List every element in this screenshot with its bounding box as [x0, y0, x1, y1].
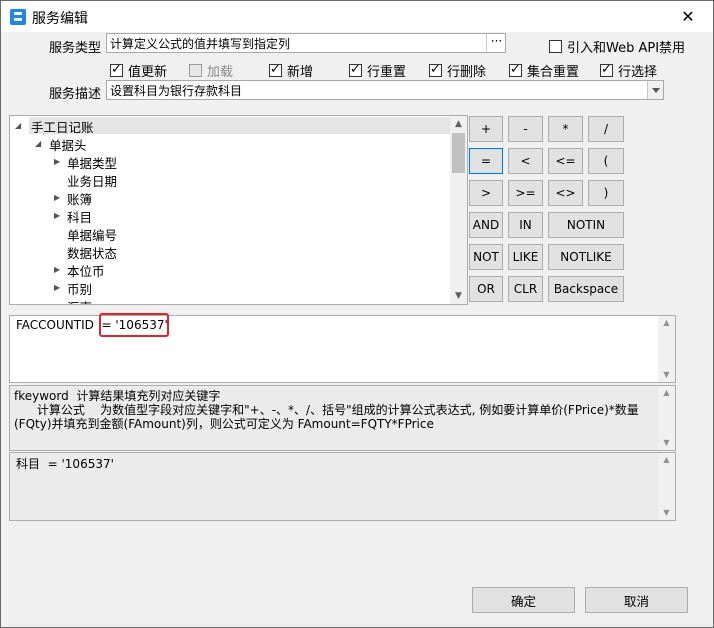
- op-plus-button[interactable]: +: [469, 116, 503, 142]
- scroll-up-icon[interactable]: ▲: [450, 116, 467, 132]
- title-bar: 服务编辑 ✕: [1, 1, 713, 32]
- op-greater-equal-button[interactable]: >=: [508, 180, 543, 206]
- service-type-value: 计算定义公式的值并填写到指定列: [110, 37, 291, 51]
- op-less-equal-button[interactable]: <=: [548, 148, 583, 174]
- op-in-button[interactable]: IN: [508, 212, 543, 238]
- checkbox-row-select-label: 行选择: [618, 65, 658, 80]
- window-title: 服务编辑: [32, 11, 88, 27]
- checkbox-row-delete[interactable]: 行删除: [429, 61, 486, 80]
- checkbox-value-update-label: 值更新: [128, 65, 168, 80]
- checkbox-load-label: 加载: [207, 65, 234, 80]
- tree-node-account-book[interactable]: 账簿: [67, 189, 92, 208]
- checkbox-collection-reset-box[interactable]: [509, 62, 522, 78]
- service-desc-field[interactable]: 设置科目为银行存款科目: [106, 80, 664, 100]
- service-type-browse-button[interactable]: ···: [486, 34, 506, 52]
- tree-node-local-currency[interactable]: 本位币: [67, 261, 105, 280]
- help-line-3: (FQty)并填充到金额(FAmount)列，则公式可定义为 FAmount=F…: [14, 417, 434, 431]
- op-minus-button[interactable]: -: [508, 116, 543, 142]
- tree-node-business-date[interactable]: 业务日期: [67, 171, 117, 190]
- op-and-button[interactable]: AND: [469, 212, 503, 238]
- checkbox-load-box: [189, 64, 202, 77]
- checkbox-add[interactable]: 新增: [269, 61, 313, 80]
- checkbox-row-reset-box[interactable]: [349, 62, 362, 78]
- op-like-button[interactable]: LIKE: [508, 244, 543, 270]
- checkbox-row-delete-box[interactable]: [429, 62, 442, 78]
- op-notlike-button[interactable]: NOTLIKE: [548, 244, 624, 270]
- tree-node-exchange-rate[interactable]: 汇率: [67, 297, 92, 304]
- expand-icon[interactable]: ▶: [54, 193, 60, 202]
- op-not-equal-button[interactable]: <>: [548, 180, 583, 206]
- expand-icon[interactable]: ▶: [54, 283, 60, 292]
- checkbox-row-reset[interactable]: 行重置: [349, 61, 406, 80]
- op-or-button[interactable]: OR: [469, 276, 503, 302]
- ok-button[interactable]: 确定: [472, 587, 575, 613]
- service-desc-value: 设置科目为银行存款科目: [110, 84, 243, 98]
- webapi-checkbox-box[interactable]: [549, 40, 562, 53]
- checkbox-row-delete-label: 行删除: [447, 65, 487, 80]
- expand-icon[interactable]: ▶: [54, 157, 60, 166]
- help-text-pane: fkeyword 计算结果填充列对应关键字 计算公式 为数值型字段对应关键字和"…: [9, 385, 676, 451]
- tree-node-currency[interactable]: 币别: [67, 279, 92, 298]
- expression-preview-pane: 科目 = '106537' ▲ ▼: [9, 452, 676, 521]
- op-backspace-button[interactable]: Backspace: [548, 276, 624, 302]
- op-left-paren-button[interactable]: (: [588, 148, 624, 174]
- scroll-up-icon[interactable]: ▲: [658, 316, 675, 330]
- webapi-disable-checkbox[interactable]: 引入和Web API禁用: [549, 37, 685, 56]
- checkbox-add-label: 新增: [287, 65, 314, 80]
- tree-node-bill-number[interactable]: 单据编号: [67, 225, 117, 244]
- checkbox-row-select[interactable]: 行选择: [600, 61, 657, 80]
- expand-icon[interactable]: ▶: [54, 265, 60, 274]
- expand-icon[interactable]: ▶: [54, 211, 60, 220]
- op-not-button[interactable]: NOT: [469, 244, 503, 270]
- tree-node-data-status[interactable]: 数据状态: [67, 243, 117, 262]
- scroll-down-icon[interactable]: ▼: [658, 506, 675, 520]
- op-clear-button[interactable]: CLR: [508, 276, 543, 302]
- checkbox-load: 加载: [189, 61, 233, 80]
- tree-node-root[interactable]: 手工日记账: [29, 117, 450, 135]
- help-scrollbar[interactable]: ▲ ▼: [658, 386, 675, 450]
- highlight-annotation: [99, 313, 169, 337]
- scroll-up-icon[interactable]: ▲: [658, 386, 675, 400]
- scroll-down-icon[interactable]: ▼: [450, 288, 467, 304]
- scroll-down-icon[interactable]: ▼: [658, 436, 675, 450]
- scroll-up-icon[interactable]: ▲: [658, 453, 675, 467]
- scroll-thumb[interactable]: [452, 133, 465, 173]
- op-right-paren-button[interactable]: ): [588, 180, 624, 206]
- tree-node-bill-type[interactable]: 单据类型: [67, 153, 117, 172]
- tree-node-header[interactable]: 单据头: [49, 135, 87, 154]
- op-equal-button[interactable]: =: [469, 148, 503, 174]
- service-desc-dropdown-icon[interactable]: [647, 81, 663, 99]
- tree-node-account[interactable]: 科目: [67, 207, 92, 226]
- op-divide-button[interactable]: /: [588, 116, 624, 142]
- checkbox-add-box[interactable]: [269, 62, 282, 78]
- collapse-icon[interactable]: ◢: [15, 121, 21, 130]
- cancel-button[interactable]: 取消: [585, 587, 688, 613]
- webapi-label: 引入和Web API禁用: [567, 41, 686, 56]
- op-notin-button[interactable]: NOTIN: [548, 212, 624, 238]
- tree-scrollbar[interactable]: ▲ ▼: [450, 116, 467, 304]
- checkbox-value-update[interactable]: 值更新: [110, 61, 167, 80]
- close-icon[interactable]: ✕: [669, 7, 707, 27]
- scroll-down-icon[interactable]: ▼: [658, 368, 675, 382]
- collapse-icon[interactable]: ◢: [35, 139, 41, 148]
- op-less-button[interactable]: <: [508, 148, 543, 174]
- preview-scrollbar[interactable]: ▲ ▼: [658, 453, 675, 520]
- op-greater-button[interactable]: >: [469, 180, 503, 206]
- expression-scrollbar[interactable]: ▲ ▼: [658, 316, 675, 382]
- service-type-label: 服务类型: [49, 41, 102, 56]
- checkbox-collection-reset-label: 集合重置: [527, 65, 580, 80]
- service-type-field[interactable]: 计算定义公式的值并填写到指定列: [106, 33, 506, 53]
- preview-text: 科目 = '106537': [16, 457, 114, 471]
- field-tree[interactable]: ◢ 手工日记账 ◢ 单据头 ▶ 单据类型 业务日期 ▶ 账簿 ▶ 科目 单据编号…: [9, 115, 468, 305]
- op-multiply-button[interactable]: *: [548, 116, 583, 142]
- app-icon: [10, 9, 26, 25]
- checkbox-row-select-box[interactable]: [600, 62, 613, 78]
- checkbox-collection-reset[interactable]: 集合重置: [509, 61, 579, 80]
- service-desc-label: 服务描述: [49, 87, 102, 102]
- checkbox-value-update-box[interactable]: [110, 62, 123, 78]
- checkbox-row-reset-label: 行重置: [367, 65, 407, 80]
